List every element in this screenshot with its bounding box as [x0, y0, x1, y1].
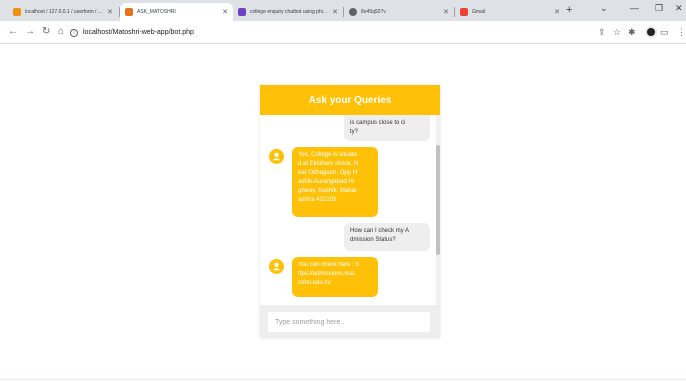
user-message: is campus close to ci ty? [344, 115, 430, 141]
tab-title: 8o45q927v [361, 9, 386, 15]
profile-avatar-icon[interactable] [645, 26, 657, 38]
share-icon[interactable]: ⇪ [598, 26, 606, 38]
chat-footer [260, 305, 440, 338]
tab-phpmyadmin[interactable]: localhost / 127.0.0.1 / userform / ... ✕ [8, 3, 118, 21]
browser-toolbar: ← → ↻ ⌂ i localhost/Matoshri-web-app/bot… [0, 21, 686, 44]
tab-title: ASK_MATOSHRI [137, 9, 176, 15]
tab-title: localhost / 127.0.0.1 / userform / ... [25, 9, 102, 15]
globe-icon [349, 8, 357, 16]
back-icon[interactable]: ← [8, 25, 18, 39]
tab-title: Gmail [472, 9, 486, 15]
home-icon[interactable]: ⌂ [58, 25, 64, 39]
tab-strip: localhost / 127.0.0.1 / userform / ... ✕… [0, 0, 686, 21]
close-icon[interactable]: ✕ [443, 8, 449, 16]
bookmark-star-icon[interactable]: ☆ [613, 26, 621, 38]
close-icon[interactable]: ✕ [554, 8, 560, 16]
forward-icon[interactable]: → [25, 25, 35, 39]
address-bar[interactable]: i localhost/Matoshri-web-app/bot.php [70, 24, 590, 41]
restore-icon[interactable]: ❐ [655, 3, 663, 14]
close-icon[interactable]: ✕ [332, 8, 338, 16]
chat-header: Ask your Queries [260, 85, 440, 115]
chat-scrollbar[interactable] [436, 115, 440, 305]
site-info-icon[interactable]: i [70, 28, 78, 37]
chat-input[interactable] [268, 312, 430, 332]
tab-college-enquiry[interactable]: college enquiry chatbot using phi... ✕ [233, 3, 343, 21]
tab-ask-matoshri[interactable]: ASK_MATOSHRI ✕ [120, 3, 233, 21]
extensions-icon[interactable]: ✱ [628, 26, 636, 38]
bookmark-icon [238, 8, 246, 16]
close-icon[interactable]: ✕ [222, 8, 228, 16]
tab-title: college enquiry chatbot using phi... [250, 9, 327, 15]
minimize-icon[interactable]: — [630, 3, 639, 13]
tab-search-icon[interactable]: ⌄ [600, 3, 608, 14]
menu-icon[interactable]: ⋮ [677, 26, 686, 38]
close-icon[interactable]: ✕ [107, 8, 113, 16]
bot-message: Yes, College is situate d at Eklahare sh… [292, 147, 378, 217]
site-icon [125, 8, 133, 16]
new-tab-icon[interactable]: + [566, 4, 572, 16]
phpmyadmin-icon [13, 8, 21, 16]
scrollbar-thumb[interactable] [436, 145, 440, 255]
reload-icon[interactable]: ↻ [42, 25, 50, 39]
chat-messages[interactable]: is campus close to ci ty? Yes, College i… [260, 115, 440, 305]
bot-message: You can check here : h ttps://admissions… [292, 257, 378, 297]
side-panel-icon[interactable]: ▭ [660, 26, 669, 38]
url-text: localhost/Matoshri-web-app/bot.php [83, 29, 194, 36]
tab-globe[interactable]: 8o45q927v ✕ [344, 3, 454, 21]
window-close-icon[interactable]: ✕ [675, 3, 683, 14]
tab-gmail[interactable]: Gmail ✕ [455, 3, 565, 21]
bot-avatar-icon [269, 149, 284, 164]
user-message: How can I check my A dmission Status? [344, 223, 430, 251]
chat-widget: Ask your Queries is campus close to ci t… [260, 85, 440, 338]
gmail-icon [460, 8, 468, 16]
bot-avatar-icon [269, 259, 284, 274]
